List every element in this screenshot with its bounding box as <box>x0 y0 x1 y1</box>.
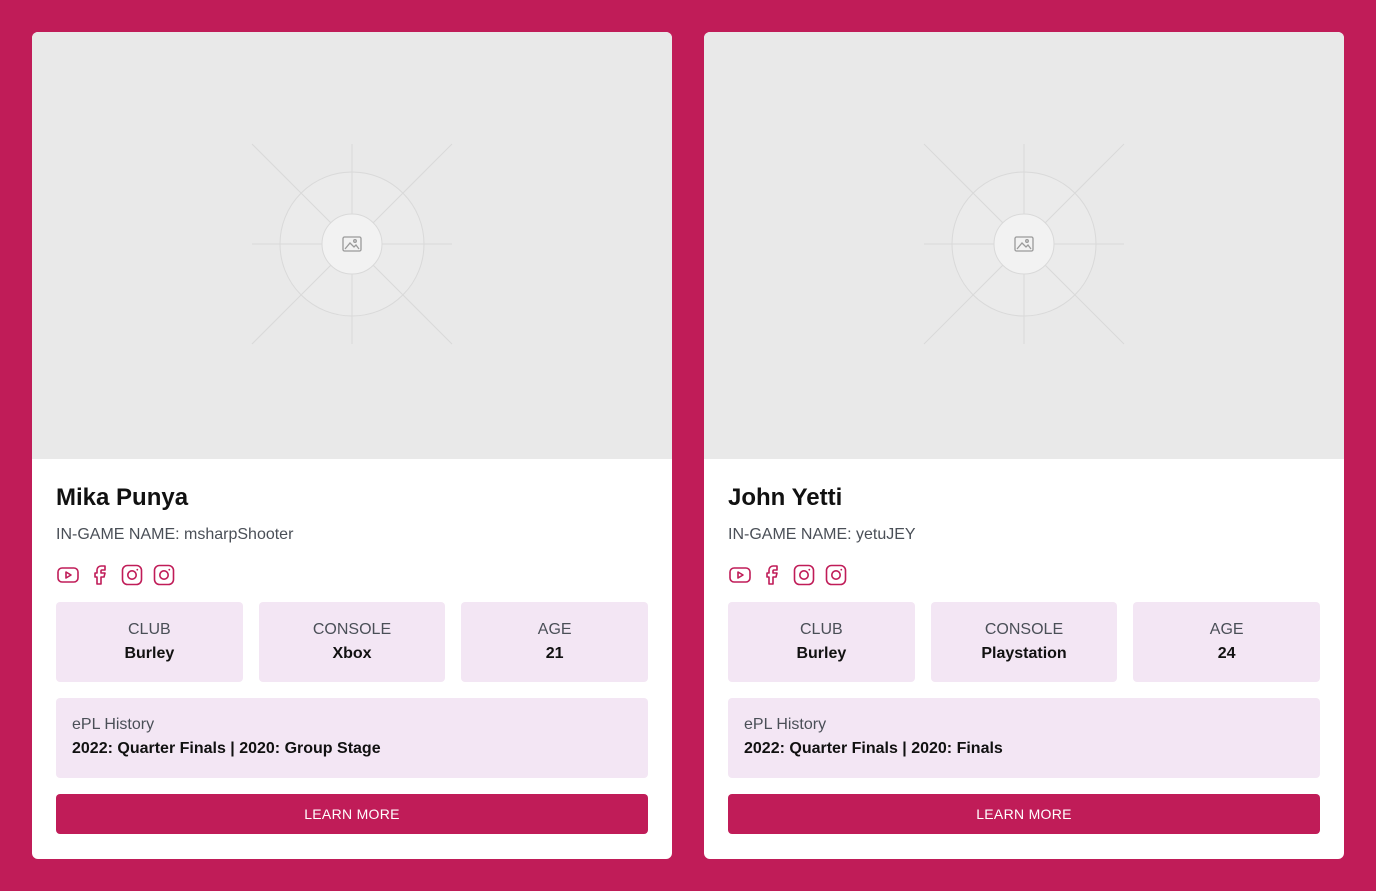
player-stats: CLUB Burley CONSOLE Playstation AGE 24 <box>728 602 1321 682</box>
stat-console: CONSOLE Xbox <box>258 602 446 682</box>
player-name: Mika Punya <box>56 484 189 511</box>
stat-club: CLUB Burley <box>56 602 243 682</box>
history-value: 2022: Quarter Finals | 2020: Group Stage <box>72 740 381 757</box>
history-label: ePL History <box>72 716 155 733</box>
player-card: John Yetti IN-GAME NAME: yetuJEY CLUB Bu… <box>704 32 1344 859</box>
learn-more-button[interactable]: LEARN MORE <box>728 794 1320 834</box>
stat-club: CLUB Burley <box>728 602 915 682</box>
epl-history: ePL History 2022: Quarter Finals | 2020:… <box>728 698 1320 778</box>
in-game-name-value: yetuJEY <box>856 526 916 543</box>
stat-age: AGE 21 <box>461 602 649 682</box>
instagram-icon[interactable] <box>792 563 816 587</box>
social-links <box>56 563 648 587</box>
in-game-name-value: msharpShooter <box>184 526 294 543</box>
stat-label: CONSOLE <box>984 621 1064 638</box>
in-game-name: IN-GAME NAME: yetuJEY <box>728 525 1320 545</box>
in-game-name: IN-GAME NAME: msharpShooter <box>56 525 648 545</box>
instagram-icon[interactable] <box>120 563 144 587</box>
stat-age: AGE 24 <box>1133 602 1321 682</box>
instagram-icon[interactable] <box>824 563 848 587</box>
image-placeholder-icon <box>923 143 1125 345</box>
stat-label: AGE <box>537 621 572 638</box>
social-links <box>728 563 1320 587</box>
youtube-icon[interactable] <box>728 563 752 587</box>
youtube-icon[interactable] <box>56 563 80 587</box>
stat-console: CONSOLE Playstation <box>930 602 1118 682</box>
instagram-icon[interactable] <box>152 563 176 587</box>
learn-more-button[interactable]: LEARN MORE <box>56 794 648 834</box>
stat-label: CLUB <box>127 621 171 638</box>
image-placeholder-icon <box>251 143 453 345</box>
history-label: ePL History <box>744 716 827 733</box>
history-value: 2022: Quarter Finals | 2020: Finals <box>744 740 1003 757</box>
stat-label: CLUB <box>799 621 843 638</box>
facebook-icon[interactable] <box>88 563 112 587</box>
stat-value: Playstation <box>981 645 1067 662</box>
stat-label: AGE <box>1209 621 1244 638</box>
player-photo-placeholder <box>704 32 1344 459</box>
player-card: Mika Punya IN-GAME NAME: msharpShooter C… <box>32 32 672 859</box>
facebook-icon[interactable] <box>760 563 784 587</box>
stat-label: CONSOLE <box>312 621 392 638</box>
stat-value: 24 <box>1217 645 1236 662</box>
in-game-name-label: IN-GAME NAME: <box>728 526 852 543</box>
player-stats: CLUB Burley CONSOLE Xbox AGE 21 <box>56 602 649 682</box>
stat-value: Burley <box>124 645 175 662</box>
player-name: John Yetti <box>728 484 843 511</box>
in-game-name-label: IN-GAME NAME: <box>56 526 180 543</box>
player-cards: Mika Punya IN-GAME NAME: msharpShooter C… <box>32 32 1344 859</box>
player-photo-placeholder <box>32 32 672 459</box>
stat-value: 21 <box>545 645 564 662</box>
stat-value: Burley <box>796 645 847 662</box>
epl-history: ePL History 2022: Quarter Finals | 2020:… <box>56 698 648 778</box>
stat-value: Xbox <box>332 645 372 662</box>
